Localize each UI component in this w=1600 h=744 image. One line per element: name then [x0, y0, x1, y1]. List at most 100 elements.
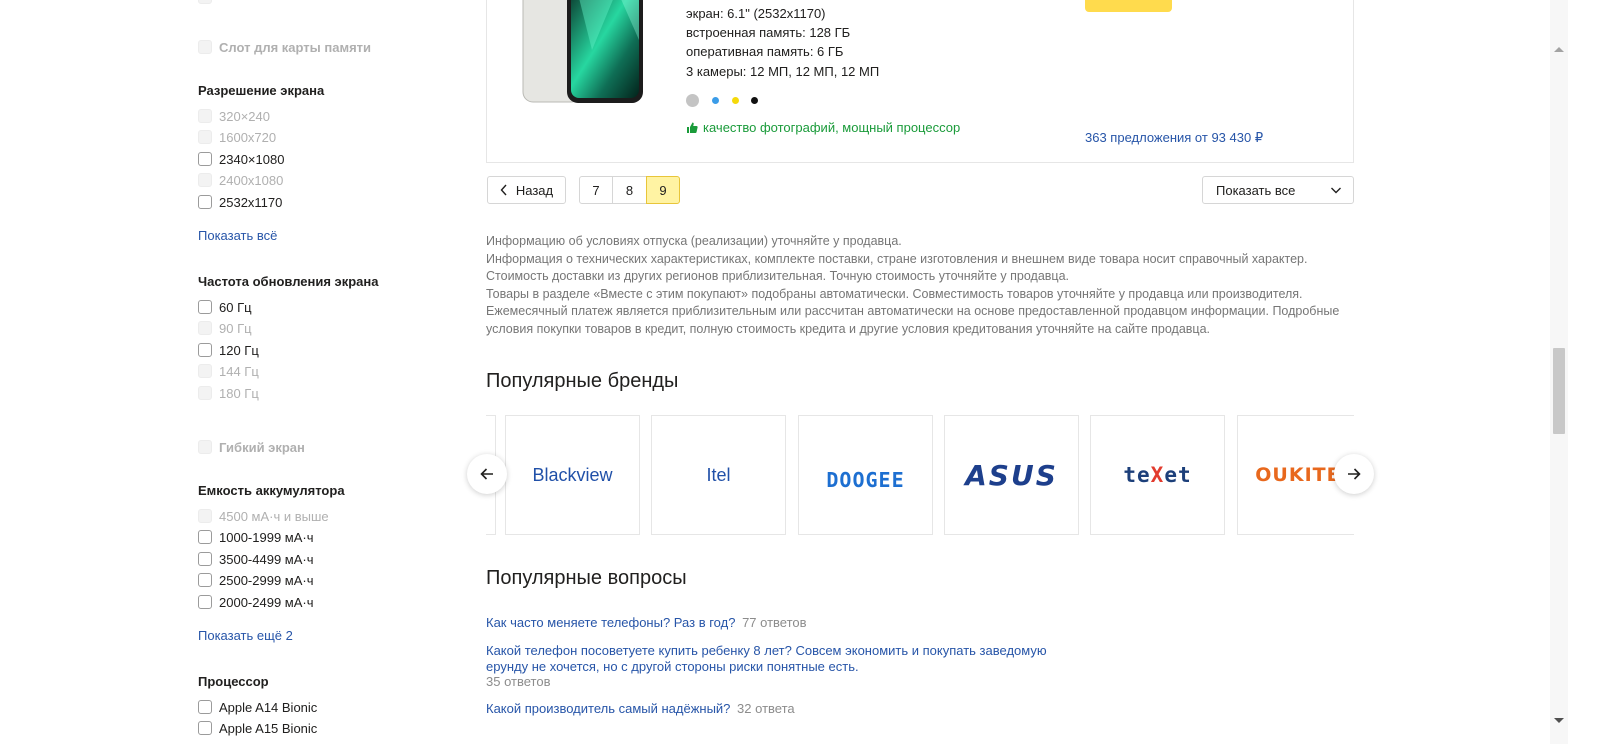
filter-flexible-screen[interactable]: Гибкий экран: [198, 438, 305, 456]
page-scrollbar[interactable]: [1550, 0, 1568, 744]
refresh-option[interactable]: 120 Гц: [198, 341, 259, 359]
processor-option[interactable]: Apple A14 Bionic: [198, 698, 317, 716]
resolution-option[interactable]: 2400x1080: [198, 171, 283, 189]
brand-tile-blackview[interactable]: Blackview: [505, 415, 640, 535]
question-item[interactable]: Как часто меняете телефоны? Раз в год? 7…: [486, 615, 807, 631]
disclaimer-line: Информация о технических характеристиках…: [486, 251, 1308, 266]
option-label: 90 Гц: [219, 320, 252, 336]
filter-label: Гибкий экран: [219, 439, 305, 455]
checkbox[interactable]: [198, 152, 212, 166]
scroll-down-arrow-icon[interactable]: [1554, 718, 1564, 723]
question-item[interactable]: Какой телефон посоветуете купить ребенку…: [486, 643, 1056, 674]
popular-questions-title: Популярные вопросы: [486, 567, 687, 589]
resolution-show-all-link[interactable]: Показать всё: [198, 228, 277, 243]
option-label: 120 Гц: [219, 342, 259, 358]
brand-logo: teXet: [1123, 463, 1192, 487]
option-label: 3500-4499 мА·ч: [219, 551, 314, 567]
battery-option[interactable]: 3500-4499 мА·ч: [198, 550, 314, 568]
popular-brands-title: Популярные бренды: [486, 370, 679, 392]
question-text[interactable]: Как часто меняете телефоны? Раз в год?: [486, 615, 735, 630]
checkbox[interactable]: [198, 109, 212, 123]
checkbox[interactable]: [198, 195, 212, 209]
brand-tile-itel[interactable]: Itel: [651, 415, 786, 535]
checkbox[interactable]: [198, 343, 212, 357]
battery-show-more-link[interactable]: Показать ещё 2: [198, 628, 293, 643]
filter-option-cut[interactable]: [198, 0, 219, 6]
select-value: Показать все: [1216, 182, 1296, 198]
resolution-option[interactable]: 2532x1170: [198, 193, 282, 211]
question-item[interactable]: Какой производитель самый надёжный? 32 о…: [486, 701, 795, 717]
buy-button[interactable]: [1085, 0, 1172, 12]
battery-option[interactable]: 2500-2999 мА·ч: [198, 571, 314, 589]
arrow-right-icon: [1348, 468, 1361, 480]
brand-tile-texet[interactable]: teXet: [1090, 415, 1225, 535]
resolution-option[interactable]: 2340×1080: [198, 150, 284, 168]
option-label: 2500-2999 мА·ч: [219, 572, 314, 588]
refresh-option[interactable]: 144 Гц: [198, 362, 259, 380]
color-swatch[interactable]: [686, 94, 699, 107]
checkbox[interactable]: [198, 0, 212, 4]
refresh-option[interactable]: 60 Гц: [198, 298, 252, 316]
option-label: 1000-1999 мА·ч: [219, 529, 314, 545]
checkbox[interactable]: [198, 440, 212, 454]
page-button[interactable]: 8: [612, 176, 647, 204]
scroll-thumb[interactable]: [1553, 348, 1565, 434]
product-image[interactable]: [522, 0, 644, 104]
option-label: 2340×1080: [219, 151, 285, 167]
checkbox[interactable]: [198, 573, 212, 587]
brand-tile-asus[interactable]: ASUS: [944, 415, 1079, 535]
back-label: Назад: [515, 182, 554, 198]
option-label: 180 Гц: [219, 385, 259, 401]
battery-option[interactable]: 1000-1999 мА·ч: [198, 528, 314, 546]
checkbox[interactable]: [198, 130, 212, 144]
checkbox[interactable]: [198, 595, 212, 609]
page-button[interactable]: 7: [579, 176, 613, 204]
filter-label: Слот для карты памяти: [219, 39, 372, 55]
offers-link[interactable]: 363 предложения от 93 430 ₽: [1085, 130, 1263, 146]
brand-tile-doogee[interactable]: DOOGEE: [798, 415, 933, 535]
chevron-left-icon: [500, 184, 507, 196]
checkbox[interactable]: [198, 321, 212, 335]
scroll-up-arrow-icon[interactable]: [1554, 47, 1564, 52]
brand-logo: Blackview: [532, 464, 613, 485]
show-all-select[interactable]: Показать все: [1202, 176, 1354, 204]
battery-option[interactable]: 2000-2499 мА·ч: [198, 593, 314, 611]
resolution-option[interactable]: 1600x720: [198, 128, 276, 146]
brand-logo: DOOGEE: [826, 468, 905, 492]
spec-ram: оперативная память: 6 ГБ: [686, 44, 844, 59]
checkbox[interactable]: [198, 721, 212, 735]
option-label: 2400x1080: [219, 172, 284, 188]
battery-filter-title: Емкость аккумулятора: [198, 483, 345, 498]
spec-cameras: 3 камеры: 12 МП, 12 МП, 12 МП: [686, 64, 880, 79]
resolution-filter-title: Разрешение экрана: [198, 83, 325, 98]
page-button-active[interactable]: 9: [646, 176, 680, 204]
battery-option[interactable]: 4500 мА·ч и выше: [198, 507, 329, 525]
checkbox[interactable]: [198, 173, 212, 187]
checkbox[interactable]: [198, 40, 212, 54]
resolution-option[interactable]: 320×240: [198, 107, 270, 125]
carousel-prev-button[interactable]: [467, 454, 507, 494]
product-pros: качество фотографий, мощный процессор: [686, 120, 960, 135]
checkbox[interactable]: [198, 509, 212, 523]
checkbox[interactable]: [198, 300, 212, 314]
checkbox[interactable]: [198, 530, 212, 544]
spec-storage: встроенная память: 128 ГБ: [686, 25, 851, 40]
checkbox[interactable]: [198, 700, 212, 714]
question-text[interactable]: Какой производитель самый надёжный?: [486, 701, 730, 716]
checkbox[interactable]: [198, 364, 212, 378]
option-label: 2532x1170: [219, 194, 283, 210]
checkbox[interactable]: [198, 386, 212, 400]
refresh-option[interactable]: 180 Гц: [198, 384, 259, 402]
carousel-next-button[interactable]: [1334, 454, 1374, 494]
arrow-left-icon: [480, 468, 493, 480]
filter-memory-slot[interactable]: Слот для карты памяти: [198, 38, 371, 56]
color-swatch[interactable]: [732, 97, 739, 104]
refresh-option[interactable]: 90 Гц: [198, 319, 252, 337]
processor-option[interactable]: Apple A15 Bionic: [198, 719, 317, 737]
color-swatch[interactable]: [751, 97, 758, 104]
option-label: Apple A14 Bionic: [219, 699, 318, 715]
processor-filter-title: Процессор: [198, 674, 269, 689]
checkbox[interactable]: [198, 552, 212, 566]
color-swatch[interactable]: [712, 97, 719, 104]
back-button[interactable]: Назад: [487, 176, 566, 204]
